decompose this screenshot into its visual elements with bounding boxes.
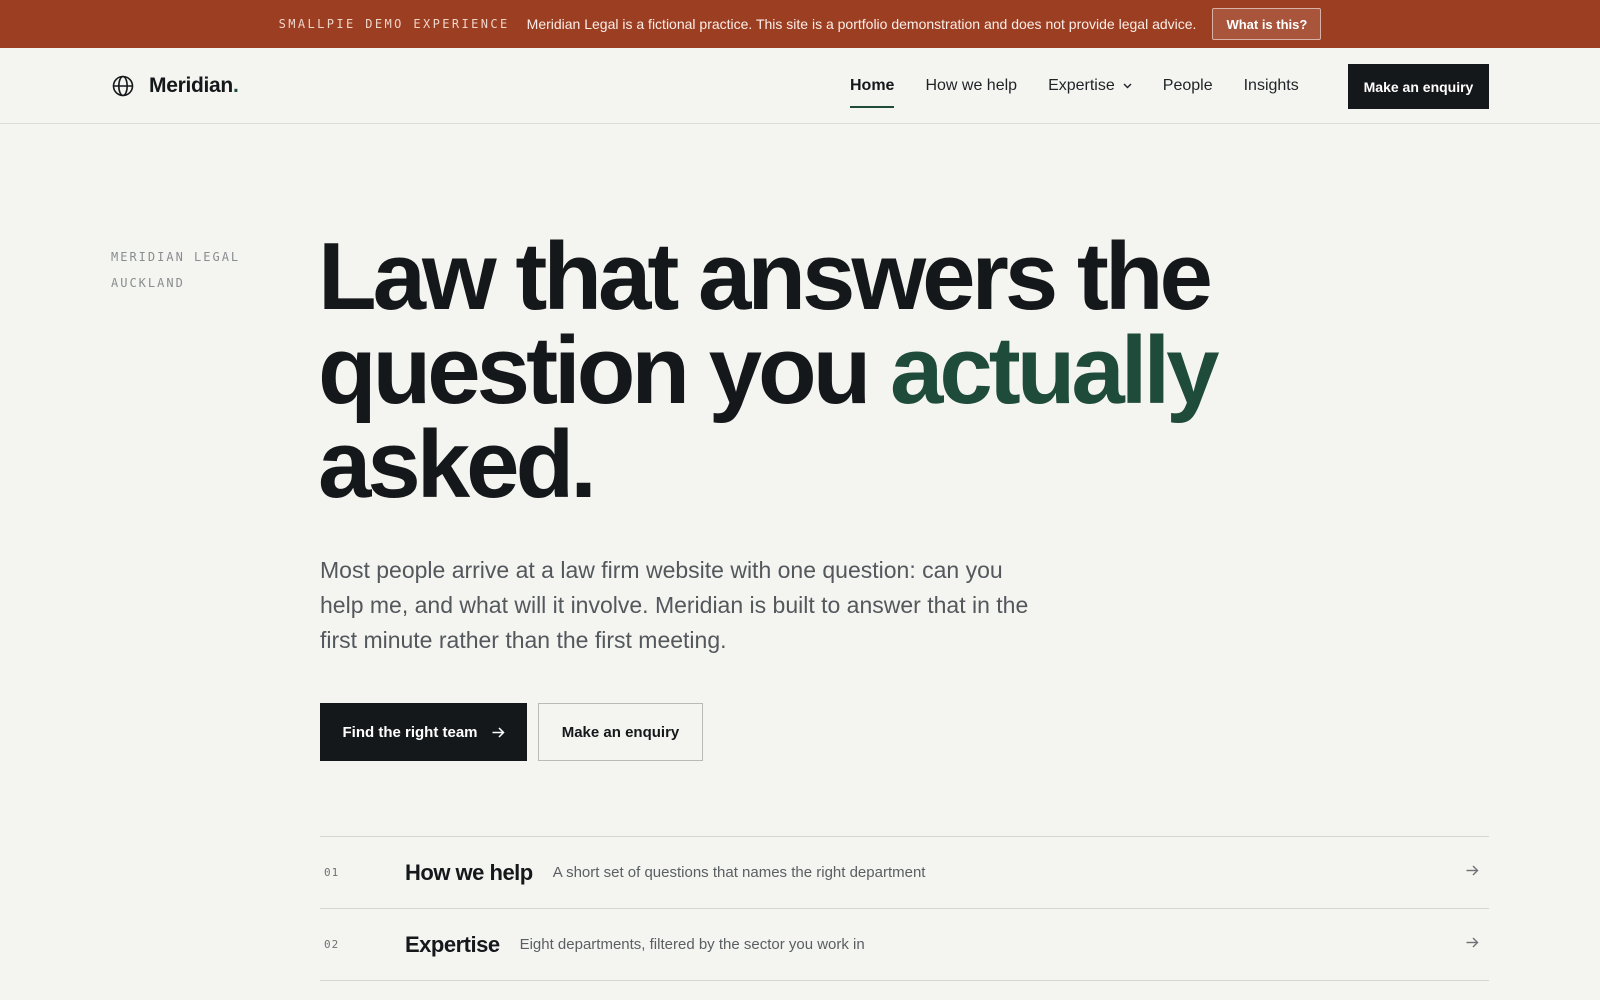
arrow-right-icon (492, 726, 505, 738)
site-header: Meridian. Home How we help Expertise Peo… (0, 48, 1600, 124)
index-number: 01 (324, 866, 340, 879)
headline-accent: actually (890, 317, 1220, 424)
logo[interactable]: Meridian. (112, 73, 239, 99)
chevron-down-icon (1123, 83, 1132, 89)
hero-headline: Law that answers the question you actual… (318, 223, 1220, 518)
index-description: Eight departments, filtered by the secto… (519, 936, 865, 953)
nav-item-people[interactable]: People (1163, 48, 1213, 124)
demo-tag: SMALLPIE DEMO EXPERIENCE (278, 17, 510, 31)
index-title: How we help (405, 859, 533, 885)
find-team-label: Find the right team (342, 723, 478, 741)
index-description: A short set of questions that names the … (552, 864, 926, 881)
list-item[interactable]: 02 Expertise Eight departments, filtered… (320, 909, 1489, 981)
logo-wordmark: Meridian. (149, 74, 239, 97)
hero-eyebrow: MERIDIAN LEGAL AUCKLAND (111, 244, 240, 296)
demo-banner: SMALLPIE DEMO EXPERIENCE Meridian Legal … (0, 0, 1600, 48)
nav-item-home[interactable]: Home (850, 48, 895, 124)
demo-disclaimer: Meridian Legal is a fictional practice. … (526, 16, 1197, 32)
eyebrow-city: AUCKLAND (111, 276, 185, 290)
arrow-right-icon (1466, 865, 1479, 876)
nav-item-expertise-label: Expertise (1048, 77, 1115, 94)
globe-icon (112, 75, 134, 97)
eyebrow-firm: MERIDIAN LEGAL (111, 250, 241, 264)
hero-lede: Most people arrive at a law firm website… (320, 557, 1029, 653)
nav-item-expertise[interactable]: Expertise (1048, 48, 1132, 124)
arrow-right-icon (1466, 937, 1479, 948)
index-title: Expertise (405, 931, 500, 957)
hero-enquiry-button[interactable]: Make an enquiry (538, 703, 703, 761)
index-number: 02 (324, 938, 340, 951)
find-team-button[interactable]: Find the right team (320, 703, 527, 761)
list-item[interactable]: 01 How we help A short set of questions … (320, 837, 1489, 909)
header-enquiry-button[interactable]: Make an enquiry (1348, 64, 1489, 109)
nav-item-insights[interactable]: Insights (1244, 48, 1299, 124)
main-nav: Home How we help Expertise People Insigh… (850, 48, 1330, 124)
section-index: 01 How we help A short set of questions … (320, 836, 1489, 981)
nav-item-how-we-help[interactable]: How we help (925, 48, 1017, 124)
what-is-this-button[interactable]: What is this? (1212, 8, 1322, 40)
